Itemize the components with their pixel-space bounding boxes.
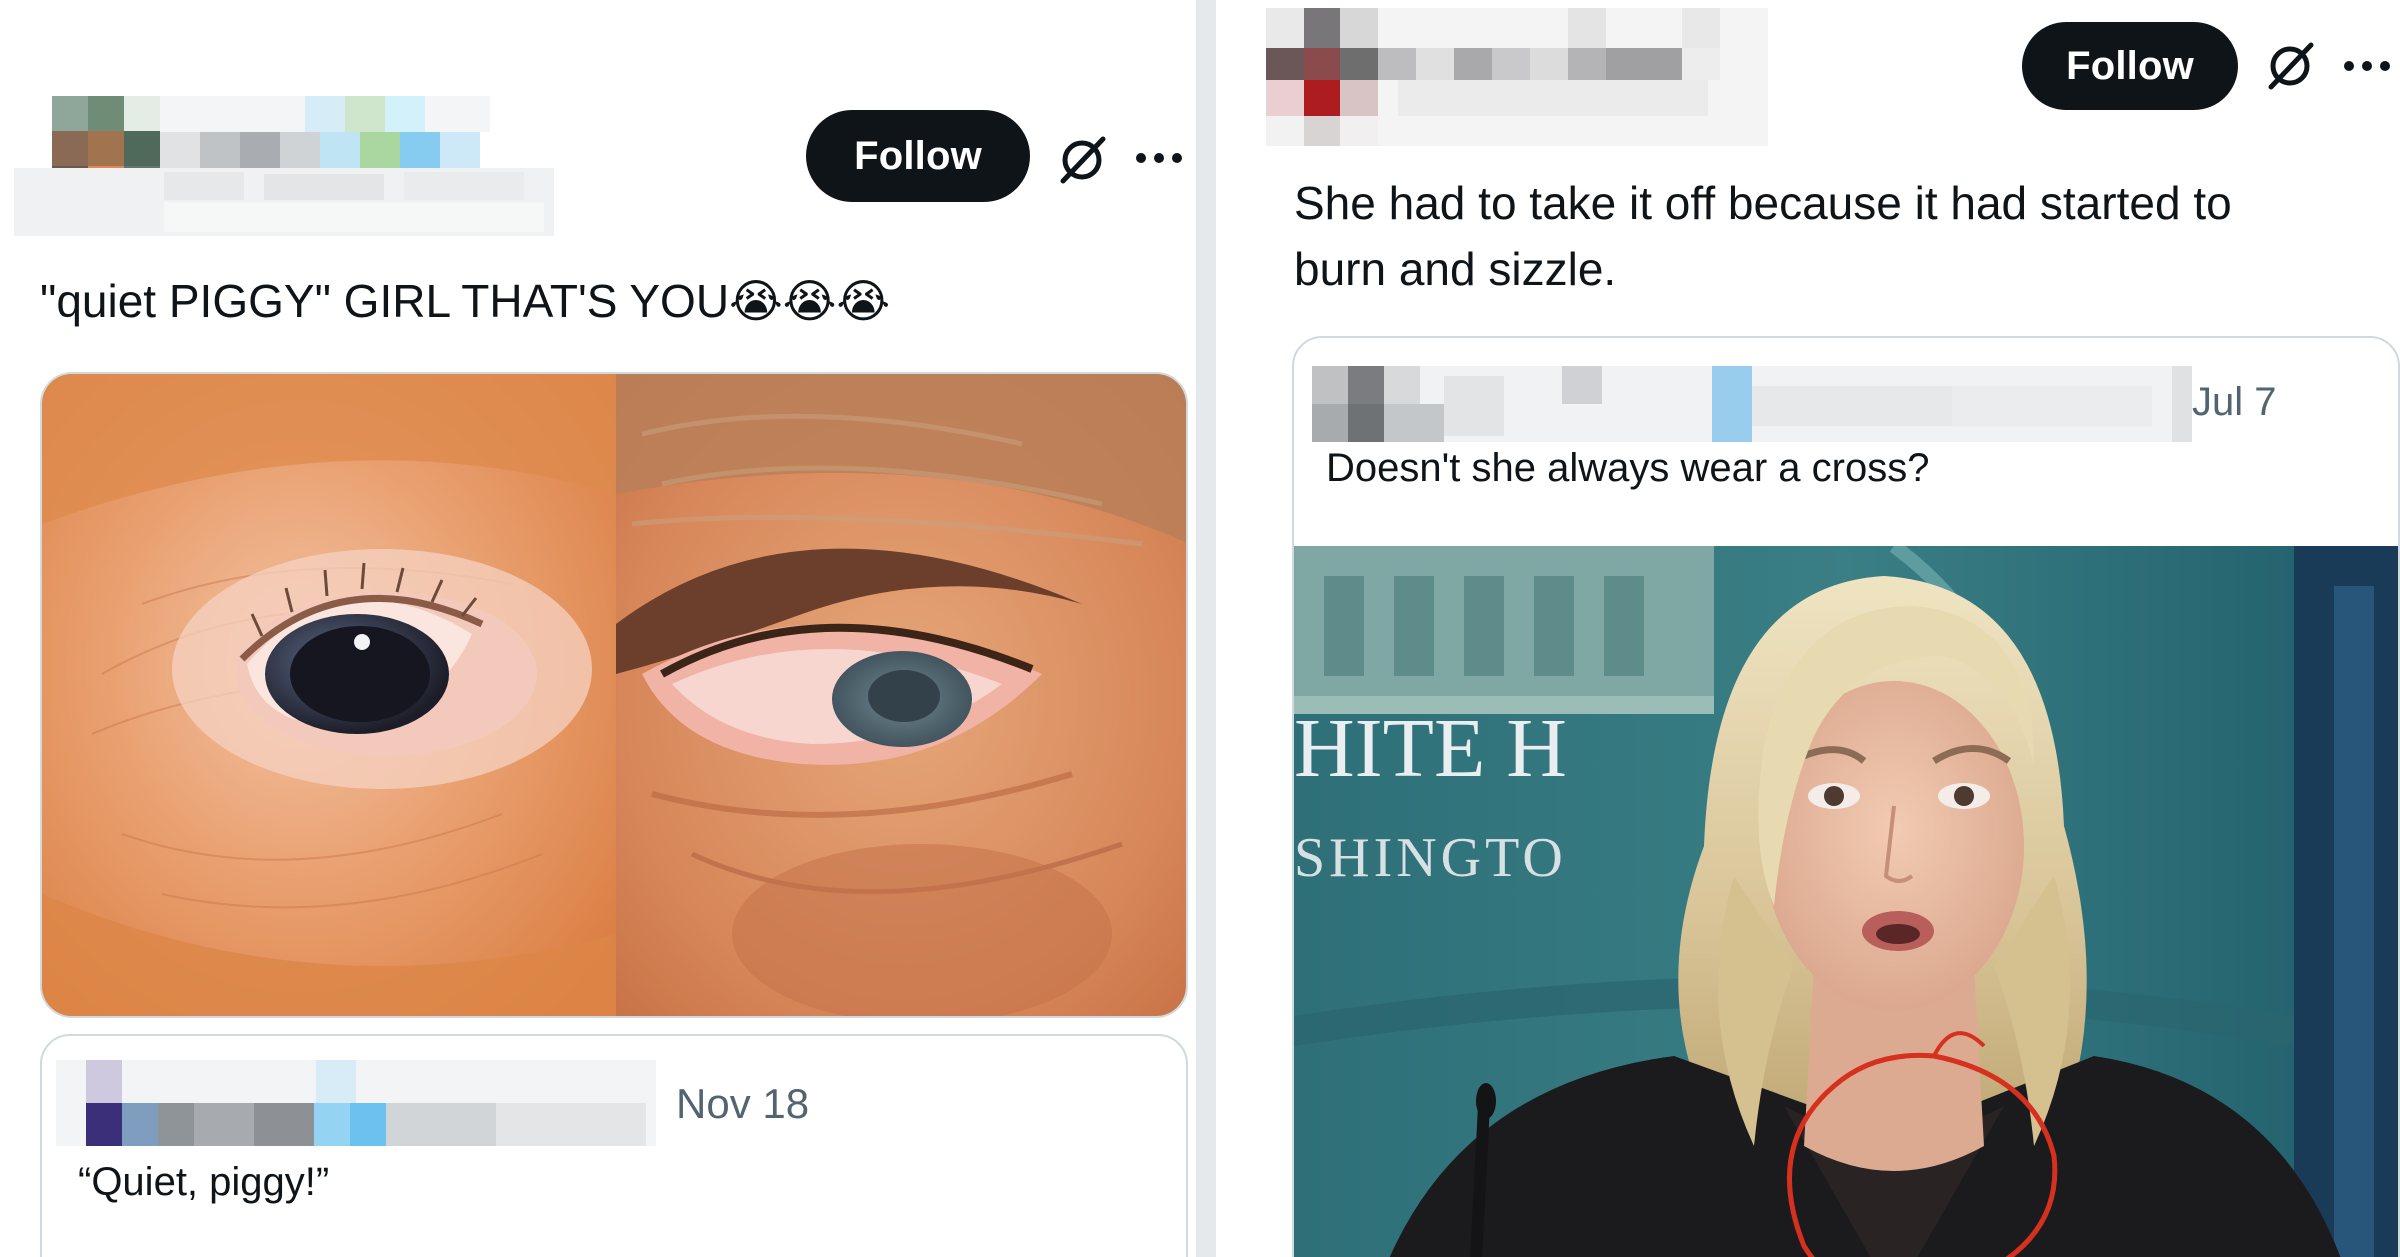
post-text: "quiet PIGGY" GIRL THAT'S YOU😭😭😭 <box>40 268 1140 334</box>
post-text-line-1: She had to take it off because it had st… <box>1294 177 2232 229</box>
quoted-post[interactable]: Jul 7 Doesn't she always wear a cross? H… <box>1292 336 2400 1257</box>
post-text-line-2: burn and sizzle. <box>1294 243 1617 295</box>
quoted-post-date[interactable]: Nov 18 <box>676 1080 809 1128</box>
follow-button[interactable]: Follow <box>806 110 1030 202</box>
image-sign-text-1: HITE H <box>1294 702 1567 795</box>
post-text-body: "quiet PIGGY" GIRL THAT'S YOU <box>40 275 730 327</box>
grok-icon[interactable] <box>1052 130 1112 190</box>
post-text: She had to take it off because it had st… <box>1294 170 2374 302</box>
image-sign-text-2: SHINGTO <box>1294 827 1567 889</box>
more-options-icon[interactable] <box>2340 46 2394 86</box>
right-post: Follow She had to take it off because it… <box>1216 0 2400 1257</box>
quoted-post-text: Doesn't she always wear a cross? <box>1326 446 1930 490</box>
author-name-handle[interactable] <box>1378 8 1768 146</box>
quoted-post-image[interactable]: HITE H SHINGTO <box>1294 546 2398 1257</box>
author-handle[interactable] <box>14 168 554 236</box>
left-post: Follow "quiet PIGGY" GIRL THAT'S YOU😭😭😭 <box>0 0 1196 1257</box>
grok-icon[interactable] <box>2260 36 2320 96</box>
quoted-post-text: “Quiet, piggy!” <box>78 1160 330 1204</box>
author-avatar[interactable] <box>1266 8 1378 146</box>
quoted-author-name[interactable] <box>56 1060 656 1146</box>
post-image[interactable] <box>40 372 1188 1018</box>
quoted-post[interactable]: Nov 18 “Quiet, piggy!” <box>40 1034 1188 1257</box>
follow-button[interactable]: Follow <box>2022 22 2238 110</box>
quoted-author-name[interactable] <box>1312 366 2192 442</box>
quoted-post-date[interactable]: Jul 7 <box>2192 380 2277 425</box>
author-name[interactable] <box>160 96 490 168</box>
crying-emoji: 😭😭😭 <box>729 275 891 327</box>
panel-divider <box>1196 0 1216 1257</box>
more-options-icon[interactable] <box>1132 138 1186 178</box>
